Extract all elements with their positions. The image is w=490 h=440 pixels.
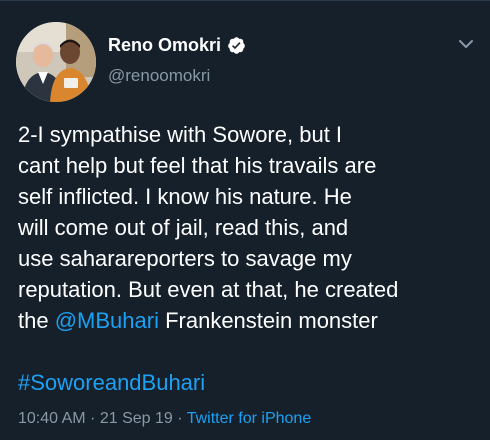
tweet-time[interactable]: 10:40 AM	[18, 410, 86, 427]
top-divider	[0, 0, 490, 1]
tweet-text-line: use saharareporters to savage my	[18, 246, 352, 271]
tweet-text-suffix: Frankenstein monster	[158, 308, 378, 333]
tweet-text-line: will come out of jail, read this, and	[18, 215, 349, 240]
meta-separator: ·	[172, 410, 187, 427]
hashtag-link[interactable]: #SoworeandBuhari	[18, 369, 205, 397]
mention-link[interactable]: @MBuhari	[55, 308, 159, 333]
author-name[interactable]: Reno Omokri	[108, 35, 246, 56]
avatar[interactable]	[16, 22, 96, 102]
tweet-text-line: self inflicted. I know his nature. He	[18, 184, 352, 209]
tweet-text-line: reputation. But even at that, he created	[18, 277, 399, 302]
tweet-source-link[interactable]: Twitter for iPhone	[187, 410, 312, 427]
tweet-text-line-last: the @MBuhari Frankenstein monster	[18, 305, 478, 336]
more-options-button[interactable]	[456, 36, 476, 52]
avatar-image	[16, 22, 96, 102]
tweet-text-prefix: the	[18, 308, 55, 333]
tweet-text: 2-I sympathise with Sowore, but I cant h…	[18, 119, 478, 336]
tweet-metadata: 10:40 AM · 21 Sep 19 · Twitter for iPhon…	[18, 410, 311, 428]
author-name-text: Reno Omokri	[108, 35, 222, 55]
tweet-date[interactable]: 21 Sep 19	[100, 410, 173, 427]
tweet-text-line: cant help but feel that his travails are	[18, 153, 377, 178]
meta-separator: ·	[85, 410, 100, 427]
chevron-down-icon	[459, 40, 473, 48]
verified-badge-icon	[228, 37, 245, 54]
tweet-text-line: 2-I sympathise with Sowore, but I	[18, 122, 343, 147]
author-handle[interactable]: @renoomokri	[108, 66, 210, 86]
